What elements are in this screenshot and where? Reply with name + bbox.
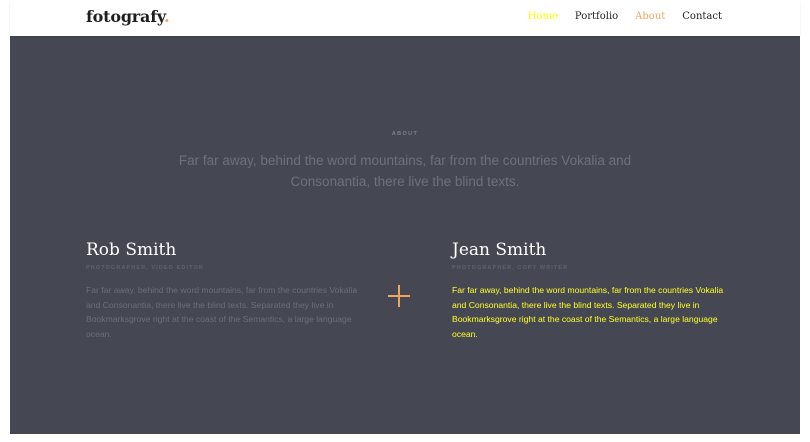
person-role: PHOTOGRAPHER, VIDEO EDITOR — [86, 265, 204, 271]
person-bio: Far far away, behind the word mountains,… — [86, 285, 358, 339]
person-card-jean: Jean Smith PHOTOGRAPHER, COPY WRITER Far… — [452, 240, 732, 341]
section-label: ABOUT — [391, 131, 419, 137]
logo-text[interactable]: fotografy — [86, 7, 164, 26]
person-name: Jean Smith — [452, 240, 547, 260]
site-logo[interactable]: fotografy. — [86, 7, 170, 26]
page: fotografy. Home Portfolio About Contact … — [0, 0, 810, 442]
nav-link-portfolio[interactable]: Portfolio — [575, 11, 618, 22]
person-role: PHOTOGRAPHER, COPY WRITER — [452, 265, 569, 271]
plus-icon-vertical — [398, 285, 400, 307]
nav-link-contact[interactable]: Contact — [682, 11, 722, 22]
person-bio: Far far away, behind the word mountains,… — [452, 285, 724, 339]
site-header: fotografy. Home Portfolio About Contact — [10, 0, 800, 36]
person-card-rob: Rob Smith PHOTOGRAPHER, VIDEO EDITOR Far… — [86, 240, 361, 341]
logo-dot: . — [164, 7, 170, 26]
main-nav: Home Portfolio About Contact — [528, 11, 722, 22]
about-section: ABOUT Far far away, behind the word moun… — [10, 36, 800, 434]
about-intro: Far far away, behind the word mountains,… — [178, 153, 632, 189]
nav-link-home[interactable]: Home — [528, 11, 558, 22]
person-name: Rob Smith — [86, 240, 177, 260]
nav-link-about[interactable]: About — [635, 11, 665, 22]
plus-icon — [388, 285, 410, 307]
